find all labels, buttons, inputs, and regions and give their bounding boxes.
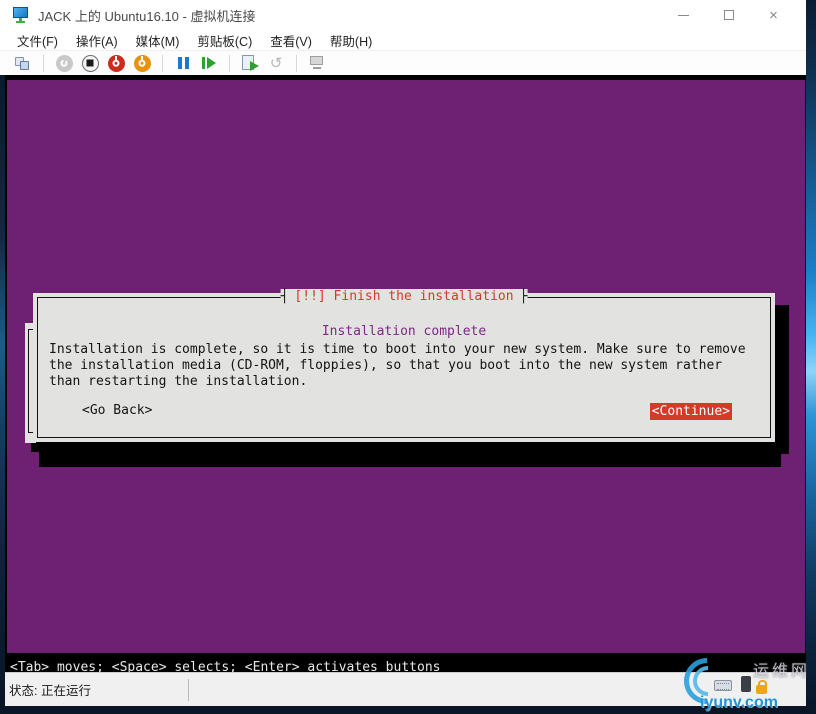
dialog-body-line: the installation media (CD-ROM, floppies… [49,358,723,373]
save-vm-icon[interactable] [133,54,151,72]
go-back-button[interactable]: <Go Back> [82,403,152,418]
toolbar-separator [229,54,230,72]
pause-vm-icon[interactable] [174,54,192,72]
phone-icon [741,676,751,692]
minimize-icon [678,14,689,16]
iyunv-watermark: 运维网 iyunv.com [674,648,814,714]
toolbar: ↺ [0,51,806,75]
checkpoint-icon[interactable] [241,54,259,72]
close-icon: × [769,6,778,24]
menu-item-media[interactable]: 媒体(M) [127,31,189,50]
resume-vm-icon[interactable] [200,54,218,72]
dialog-heading: Installation complete [321,324,487,339]
menu-item-view[interactable]: 查看(V) [261,31,321,50]
menu-item-help[interactable]: 帮助(H) [321,31,381,50]
desktop-edge-right [806,0,816,714]
start-vm-icon[interactable] [55,54,73,72]
dialog-body-text: Installation is complete, so it is time … [49,342,746,390]
menu-item-clipboard[interactable]: 剪贴板(C) [188,31,261,50]
vm-status-text: 状态: 正在运行 [9,684,91,698]
title-bar: JACK 上的 Ubuntu16.10 - 虚拟机连接 × [0,0,806,30]
watermark-site-name: 运维网 [752,663,810,680]
screenshot-root: JACK 上的 Ubuntu16.10 - 虚拟机连接 × 文件(F) 操作(A… [0,0,816,714]
toolbar-separator [162,54,163,72]
menu-item-action[interactable]: 操作(A) [67,31,127,50]
dialog-title: ┤ [!!] Finish the installation ├ [280,289,528,304]
enhanced-session-icon[interactable] [308,54,326,72]
close-button[interactable]: × [751,0,796,30]
window-controls: × [661,0,796,30]
menu-item-file[interactable]: 文件(F) [8,31,67,50]
dialog-body-line: Installation is complete, so it is time … [49,342,746,357]
dialog-title-text: [!!] Finish the installation [294,289,514,304]
installer-dialog-frame: ┤ [!!] Finish the installation ├ Installat… [37,289,771,438]
ctrl-alt-del-icon[interactable] [14,54,32,72]
installer-dialog: ┤ [!!] Finish the installation ├ Installat… [33,289,775,442]
vm-display-area[interactable]: ┤ [!!] Finish the installation ├ Installat… [0,75,806,677]
revert-icon[interactable]: ↺ [267,54,285,72]
maximize-button[interactable] [706,0,751,30]
dialog-title-tick-left: ┤ [280,289,289,304]
desktop-edge-left [0,75,5,714]
maximize-icon [723,10,734,20]
continue-button[interactable]: <Continue> [649,403,732,420]
window-title: JACK 上的 Ubuntu16.10 - 虚拟机连接 [38,8,256,24]
minimize-button[interactable] [661,0,706,30]
ubuntu-installer-screen: ┤ [!!] Finish the installation ├ Installat… [7,80,805,677]
toolbar-separator [43,54,44,72]
keyboard-icon [714,680,732,691]
dialog-title-tick-right: ├ [519,289,528,304]
status-bar-separator [188,679,189,701]
vmconnect-window: JACK 上的 Ubuntu16.10 - 虚拟机连接 × 文件(F) 操作(A… [0,0,806,706]
menu-bar: 文件(F) 操作(A) 媒体(M) 剪贴板(C) 查看(V) 帮助(H) [0,30,806,51]
shut-down-vm-icon[interactable] [107,54,125,72]
lock-icon [756,680,767,694]
vm-monitor-icon [11,7,31,23]
dialog-body-line: than restarting the installation. [49,374,308,389]
turn-off-vm-icon[interactable] [81,54,99,72]
toolbar-separator [296,54,297,72]
watermark-domain: iyunv.com [700,694,778,711]
